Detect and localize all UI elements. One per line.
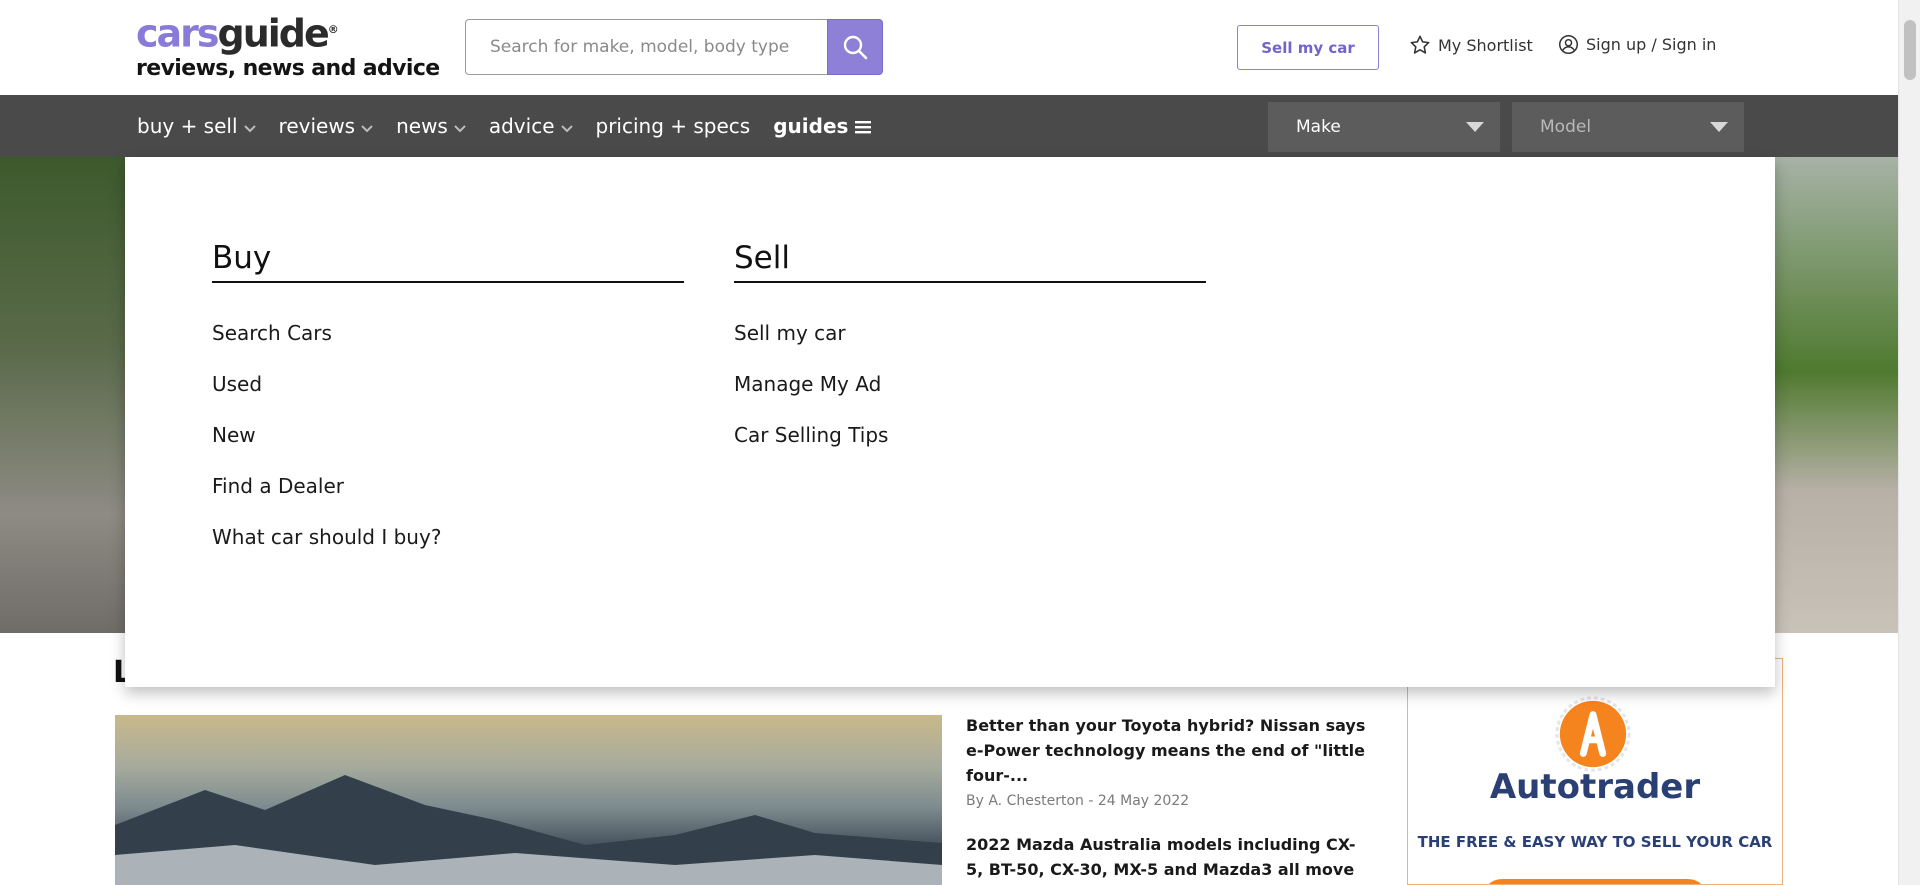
menu-link-car-selling-tips[interactable]: Car Selling Tips xyxy=(734,422,1206,448)
featured-article-image[interactable] xyxy=(115,715,942,885)
news-meta: By A. Chesterton - 24 May 2022 xyxy=(966,793,1190,809)
shortlist-label: My Shortlist xyxy=(1438,35,1533,55)
sell-heading: Sell xyxy=(734,239,1206,283)
nav-item-buy-sell[interactable]: buy + sell xyxy=(137,114,256,138)
chevron-down-icon xyxy=(560,125,573,133)
logo-tagline: reviews, news and advice xyxy=(136,55,440,81)
menu-link-manage-my-ad[interactable]: Manage My Ad xyxy=(734,371,1206,397)
page-scrollbar[interactable] xyxy=(1898,0,1920,885)
ad-cta-button[interactable] xyxy=(1482,879,1708,884)
hamburger-icon xyxy=(855,120,872,133)
hero-image-right-edge xyxy=(1758,157,1898,633)
sell-my-car-button[interactable]: Sell my car xyxy=(1237,25,1379,70)
model-select-label: Model xyxy=(1540,117,1592,137)
nav-label: guides xyxy=(773,114,849,138)
menu-link-what-car-should-i-buy[interactable]: What car should I buy? xyxy=(212,524,684,550)
caret-down-icon xyxy=(1466,122,1484,132)
autotrader-ad[interactable]: Autotrader THE FREE & EASY WAY TO SELL Y… xyxy=(1407,658,1783,885)
hero-image-left-edge xyxy=(0,157,125,633)
make-select[interactable]: Make xyxy=(1268,102,1500,152)
nav-item-news[interactable]: news xyxy=(396,114,466,138)
model-select[interactable]: Model xyxy=(1512,102,1744,152)
ad-brand: Autotrader xyxy=(1489,767,1701,807)
nav-label: buy + sell xyxy=(137,114,238,138)
ad-tagline: THE FREE & EASY WAY TO SELL YOUR CAR xyxy=(1417,833,1773,851)
main-nav: buy + sell reviews news advice pricing +… xyxy=(0,95,1898,157)
menu-link-used[interactable]: Used xyxy=(212,371,684,397)
buy-heading: Buy xyxy=(212,239,684,283)
search-bar xyxy=(465,19,883,75)
nav-label: news xyxy=(396,114,448,138)
caret-down-icon xyxy=(1710,122,1728,132)
news-title[interactable]: 2022 Mazda Australia models including CX… xyxy=(966,832,1366,885)
menu-link-search-cars[interactable]: Search Cars xyxy=(212,320,684,346)
nav-items: buy + sell reviews news advice pricing +… xyxy=(137,95,895,157)
user-icon xyxy=(1559,35,1578,54)
news-item[interactable]: Better than your Toyota hybrid? Nissan s… xyxy=(966,713,1366,809)
make-select-label: Make xyxy=(1296,117,1341,137)
buy-sell-mega-menu: Buy Search Cars Used New Find a Dealer W… xyxy=(125,157,1775,687)
star-icon xyxy=(1410,35,1430,54)
menu-link-new[interactable]: New xyxy=(212,422,684,448)
search-button[interactable] xyxy=(827,19,883,75)
site-header: carsguide® reviews, news and advice Sell… xyxy=(0,0,1898,95)
news-item[interactable]: 2022 Mazda Australia models including CX… xyxy=(966,832,1366,885)
menu-link-sell-my-car[interactable]: Sell my car xyxy=(734,320,1206,346)
chevron-down-icon xyxy=(454,125,466,133)
menu-link-find-a-dealer[interactable]: Find a Dealer xyxy=(212,473,684,499)
logo-wordmark: carsguide® xyxy=(136,11,339,56)
sign-in-link[interactable]: Sign up / Sign in xyxy=(1558,34,1716,55)
nav-item-guides[interactable]: guides xyxy=(773,114,872,138)
carsguide-logo[interactable]: carsguide® reviews, news and advice xyxy=(136,10,456,81)
sign-in-label: Sign up / Sign in xyxy=(1586,35,1717,54)
nav-item-reviews[interactable]: reviews xyxy=(279,114,374,138)
chevron-down-icon xyxy=(243,125,256,133)
chevron-down-icon xyxy=(361,125,373,133)
nav-label: advice xyxy=(488,114,555,138)
scrollbar-thumb[interactable] xyxy=(1904,20,1916,80)
search-input[interactable] xyxy=(465,19,827,75)
sell-column: Sell Sell my car Manage My Ad Car Sellin… xyxy=(734,239,1206,448)
nav-item-advice[interactable]: advice xyxy=(489,114,573,138)
news-title[interactable]: Better than your Toyota hybrid? Nissan s… xyxy=(966,713,1366,788)
mountain-landscape-image xyxy=(115,775,942,885)
nav-label: reviews xyxy=(278,114,356,138)
buy-column: Buy Search Cars Used New Find a Dealer W… xyxy=(212,239,684,550)
search-icon xyxy=(843,35,868,60)
nav-item-pricing-specs[interactable]: pricing + specs xyxy=(596,114,751,138)
nav-label: pricing + specs xyxy=(595,114,751,138)
my-shortlist-link[interactable]: My Shortlist xyxy=(1409,34,1533,56)
autotrader-logo-icon xyxy=(1555,696,1631,772)
